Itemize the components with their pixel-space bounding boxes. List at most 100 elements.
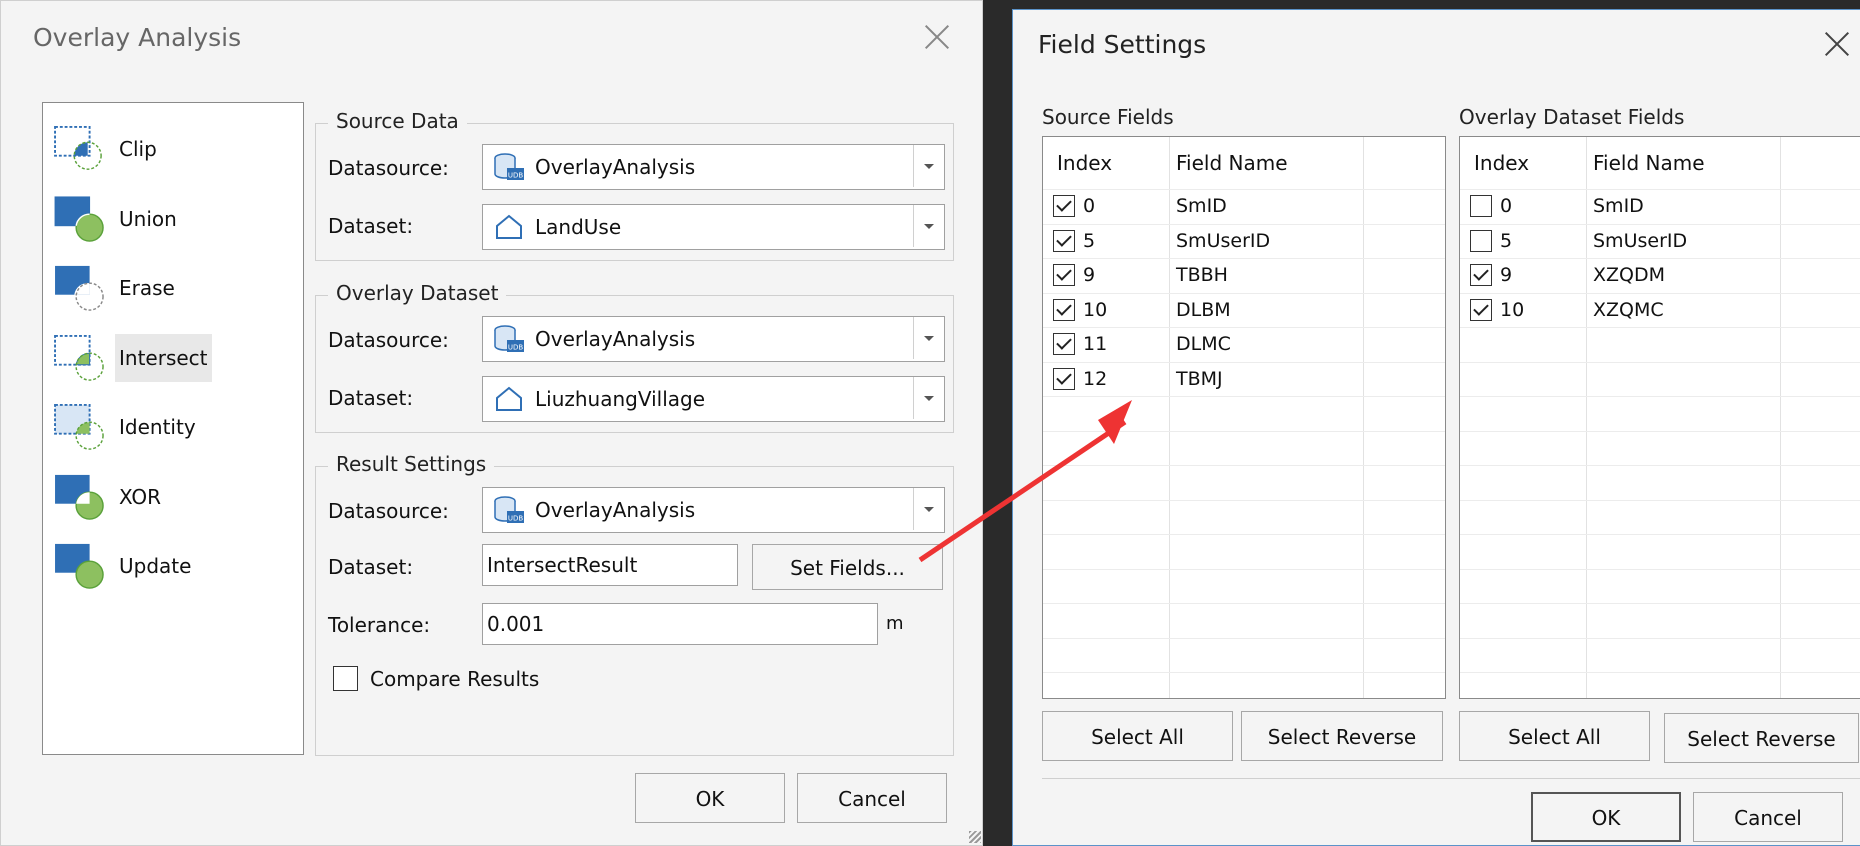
tool-item-union[interactable]: Union bbox=[49, 185, 289, 249]
dataset-label: Dataset: bbox=[328, 386, 414, 410]
result-datasource-combo[interactable]: UDB OverlayAnalysis bbox=[482, 487, 945, 533]
field-name: DLMC bbox=[1176, 333, 1231, 355]
table-row[interactable]: 5 SmUserID bbox=[1043, 224, 1445, 258]
field-name: TBMJ bbox=[1176, 367, 1223, 390]
field-name: DLBM bbox=[1176, 298, 1231, 321]
field-name: SmUserID bbox=[1593, 229, 1688, 252]
dataset-label: Dataset: bbox=[328, 555, 414, 579]
source-select-reverse-button[interactable]: Select Reverse bbox=[1241, 711, 1443, 761]
field-checkbox[interactable] bbox=[1053, 333, 1075, 355]
table-row[interactable]: 0 SmID bbox=[1043, 189, 1445, 223]
cancel-button[interactable]: Cancel bbox=[1693, 792, 1843, 842]
field-checkbox[interactable] bbox=[1053, 264, 1075, 286]
table-row[interactable]: 5 SmUserID bbox=[1460, 224, 1860, 258]
clip-icon bbox=[54, 125, 102, 170]
field-index: 9 bbox=[1500, 264, 1513, 286]
source-fields-label: Source Fields bbox=[1042, 105, 1174, 129]
resize-grip[interactable] bbox=[969, 831, 981, 843]
overlay-datasource-combo[interactable]: UDB OverlayAnalysis bbox=[482, 316, 945, 362]
tool-label: Identity bbox=[119, 415, 196, 439]
result-settings-group: Result Settings Datasource: UDB OverlayA… bbox=[315, 452, 954, 756]
tool-item-erase[interactable]: Erase bbox=[49, 254, 289, 318]
field-index: 0 bbox=[1500, 195, 1513, 217]
grid-line bbox=[1460, 327, 1860, 328]
group-title: Source Data bbox=[328, 109, 467, 133]
combo-value: OverlayAnalysis bbox=[535, 498, 696, 522]
table-row[interactable]: 11 DLMC bbox=[1043, 327, 1445, 361]
grid-line bbox=[1460, 465, 1860, 466]
field-checkbox[interactable] bbox=[1053, 229, 1075, 252]
close-icon[interactable] bbox=[921, 21, 953, 53]
table-row[interactable]: 0 SmID bbox=[1460, 189, 1860, 223]
tool-item-identity[interactable]: Identity bbox=[49, 393, 289, 457]
compare-results-checkbox[interactable] bbox=[333, 666, 358, 691]
update-icon bbox=[55, 543, 104, 589]
datasource-icon: UDB bbox=[494, 325, 524, 352]
annotation-arrow bbox=[918, 400, 1132, 563]
field-index: 11 bbox=[1083, 333, 1108, 355]
grid-line bbox=[1460, 430, 1860, 432]
grid-line bbox=[1460, 534, 1860, 535]
field-checkbox[interactable] bbox=[1470, 229, 1492, 252]
field-name: TBBH bbox=[1176, 264, 1228, 286]
field-checkbox[interactable] bbox=[1470, 264, 1492, 286]
xor-icon bbox=[55, 474, 104, 520]
cancel-button[interactable]: Cancel bbox=[797, 773, 947, 823]
overlay-dataset-combo[interactable]: LiuzhuangVillage bbox=[482, 376, 945, 422]
tool-item-xor[interactable]: XOR bbox=[49, 463, 289, 527]
tool-label: Union bbox=[119, 206, 177, 231]
tool-item-intersect[interactable]: Intersect bbox=[49, 324, 289, 388]
chevron-down-icon[interactable] bbox=[913, 205, 944, 247]
table-row[interactable]: 9 XZQDM bbox=[1460, 258, 1860, 292]
field-index: 5 bbox=[1083, 229, 1096, 252]
field-index: 10 bbox=[1500, 298, 1525, 321]
divider bbox=[1042, 778, 1860, 779]
grid-line bbox=[1460, 499, 1860, 501]
tolerance-unit: m bbox=[886, 613, 904, 634]
source-datasource-combo[interactable]: UDB OverlayAnalysis bbox=[482, 144, 945, 190]
field-checkbox[interactable] bbox=[1470, 298, 1492, 321]
field-name: SmID bbox=[1593, 195, 1644, 217]
field-name: XZQMC bbox=[1593, 298, 1664, 321]
grid-line bbox=[1460, 603, 1860, 604]
grid-line bbox=[1460, 361, 1860, 363]
table-row[interactable]: 10 XZQMC bbox=[1460, 293, 1860, 327]
chevron-down-icon[interactable] bbox=[913, 145, 944, 187]
tool-item-clip[interactable]: Clip bbox=[49, 115, 289, 179]
grid-line bbox=[1460, 637, 1860, 639]
intersect-icon bbox=[54, 334, 104, 381]
union-icon bbox=[54, 195, 104, 242]
tolerance-input[interactable]: 0.001 bbox=[482, 603, 878, 645]
field-checkbox[interactable] bbox=[1053, 195, 1075, 217]
tool-label: Intersect bbox=[115, 333, 212, 382]
close-icon[interactable] bbox=[1821, 28, 1853, 60]
compare-results-label: Compare Results bbox=[370, 667, 540, 691]
overlay-select-reverse-button[interactable]: Select Reverse bbox=[1664, 713, 1859, 763]
tool-label: Erase bbox=[119, 276, 175, 300]
tool-label: XOR bbox=[119, 484, 162, 509]
chevron-down-icon[interactable] bbox=[913, 317, 944, 359]
svg-text:UDB: UDB bbox=[508, 515, 524, 523]
overlay-select-all-button[interactable]: Select All bbox=[1459, 711, 1650, 761]
region-dataset-icon bbox=[496, 386, 522, 411]
overlay-tool-list: Clip Union Erase Intersect Identity XOR Update bbox=[42, 102, 304, 755]
ok-button[interactable]: OK bbox=[635, 773, 785, 823]
tool-item-update[interactable]: Update bbox=[49, 532, 289, 596]
overlay-fields-table: Index Field Name 0 SmID 5 SmUserID 9 XZQDM 10 X… bbox=[1459, 136, 1860, 699]
field-checkbox[interactable] bbox=[1053, 298, 1075, 321]
tolerance-label: Tolerance: bbox=[328, 613, 431, 637]
source-select-all-button[interactable]: Select All bbox=[1042, 711, 1233, 761]
table-row[interactable]: 10 DLBM bbox=[1043, 293, 1445, 327]
datasource-label: Datasource: bbox=[328, 499, 449, 523]
column-header-field-name: Field Name bbox=[1176, 151, 1288, 175]
result-dataset-input[interactable]: IntersectResult bbox=[482, 544, 738, 586]
field-name: SmUserID bbox=[1176, 229, 1271, 252]
overlay-dataset-group: Overlay Dataset Datasource: UDB OverlayA… bbox=[315, 281, 954, 433]
combo-value: OverlayAnalysis bbox=[535, 155, 696, 179]
field-checkbox[interactable] bbox=[1470, 195, 1492, 217]
source-dataset-combo[interactable]: LandUse bbox=[482, 204, 945, 250]
field-name: SmID bbox=[1176, 195, 1227, 217]
dataset-label: Dataset: bbox=[328, 214, 414, 238]
ok-button[interactable]: OK bbox=[1531, 792, 1681, 842]
table-row[interactable]: 9 TBBH bbox=[1043, 258, 1445, 292]
